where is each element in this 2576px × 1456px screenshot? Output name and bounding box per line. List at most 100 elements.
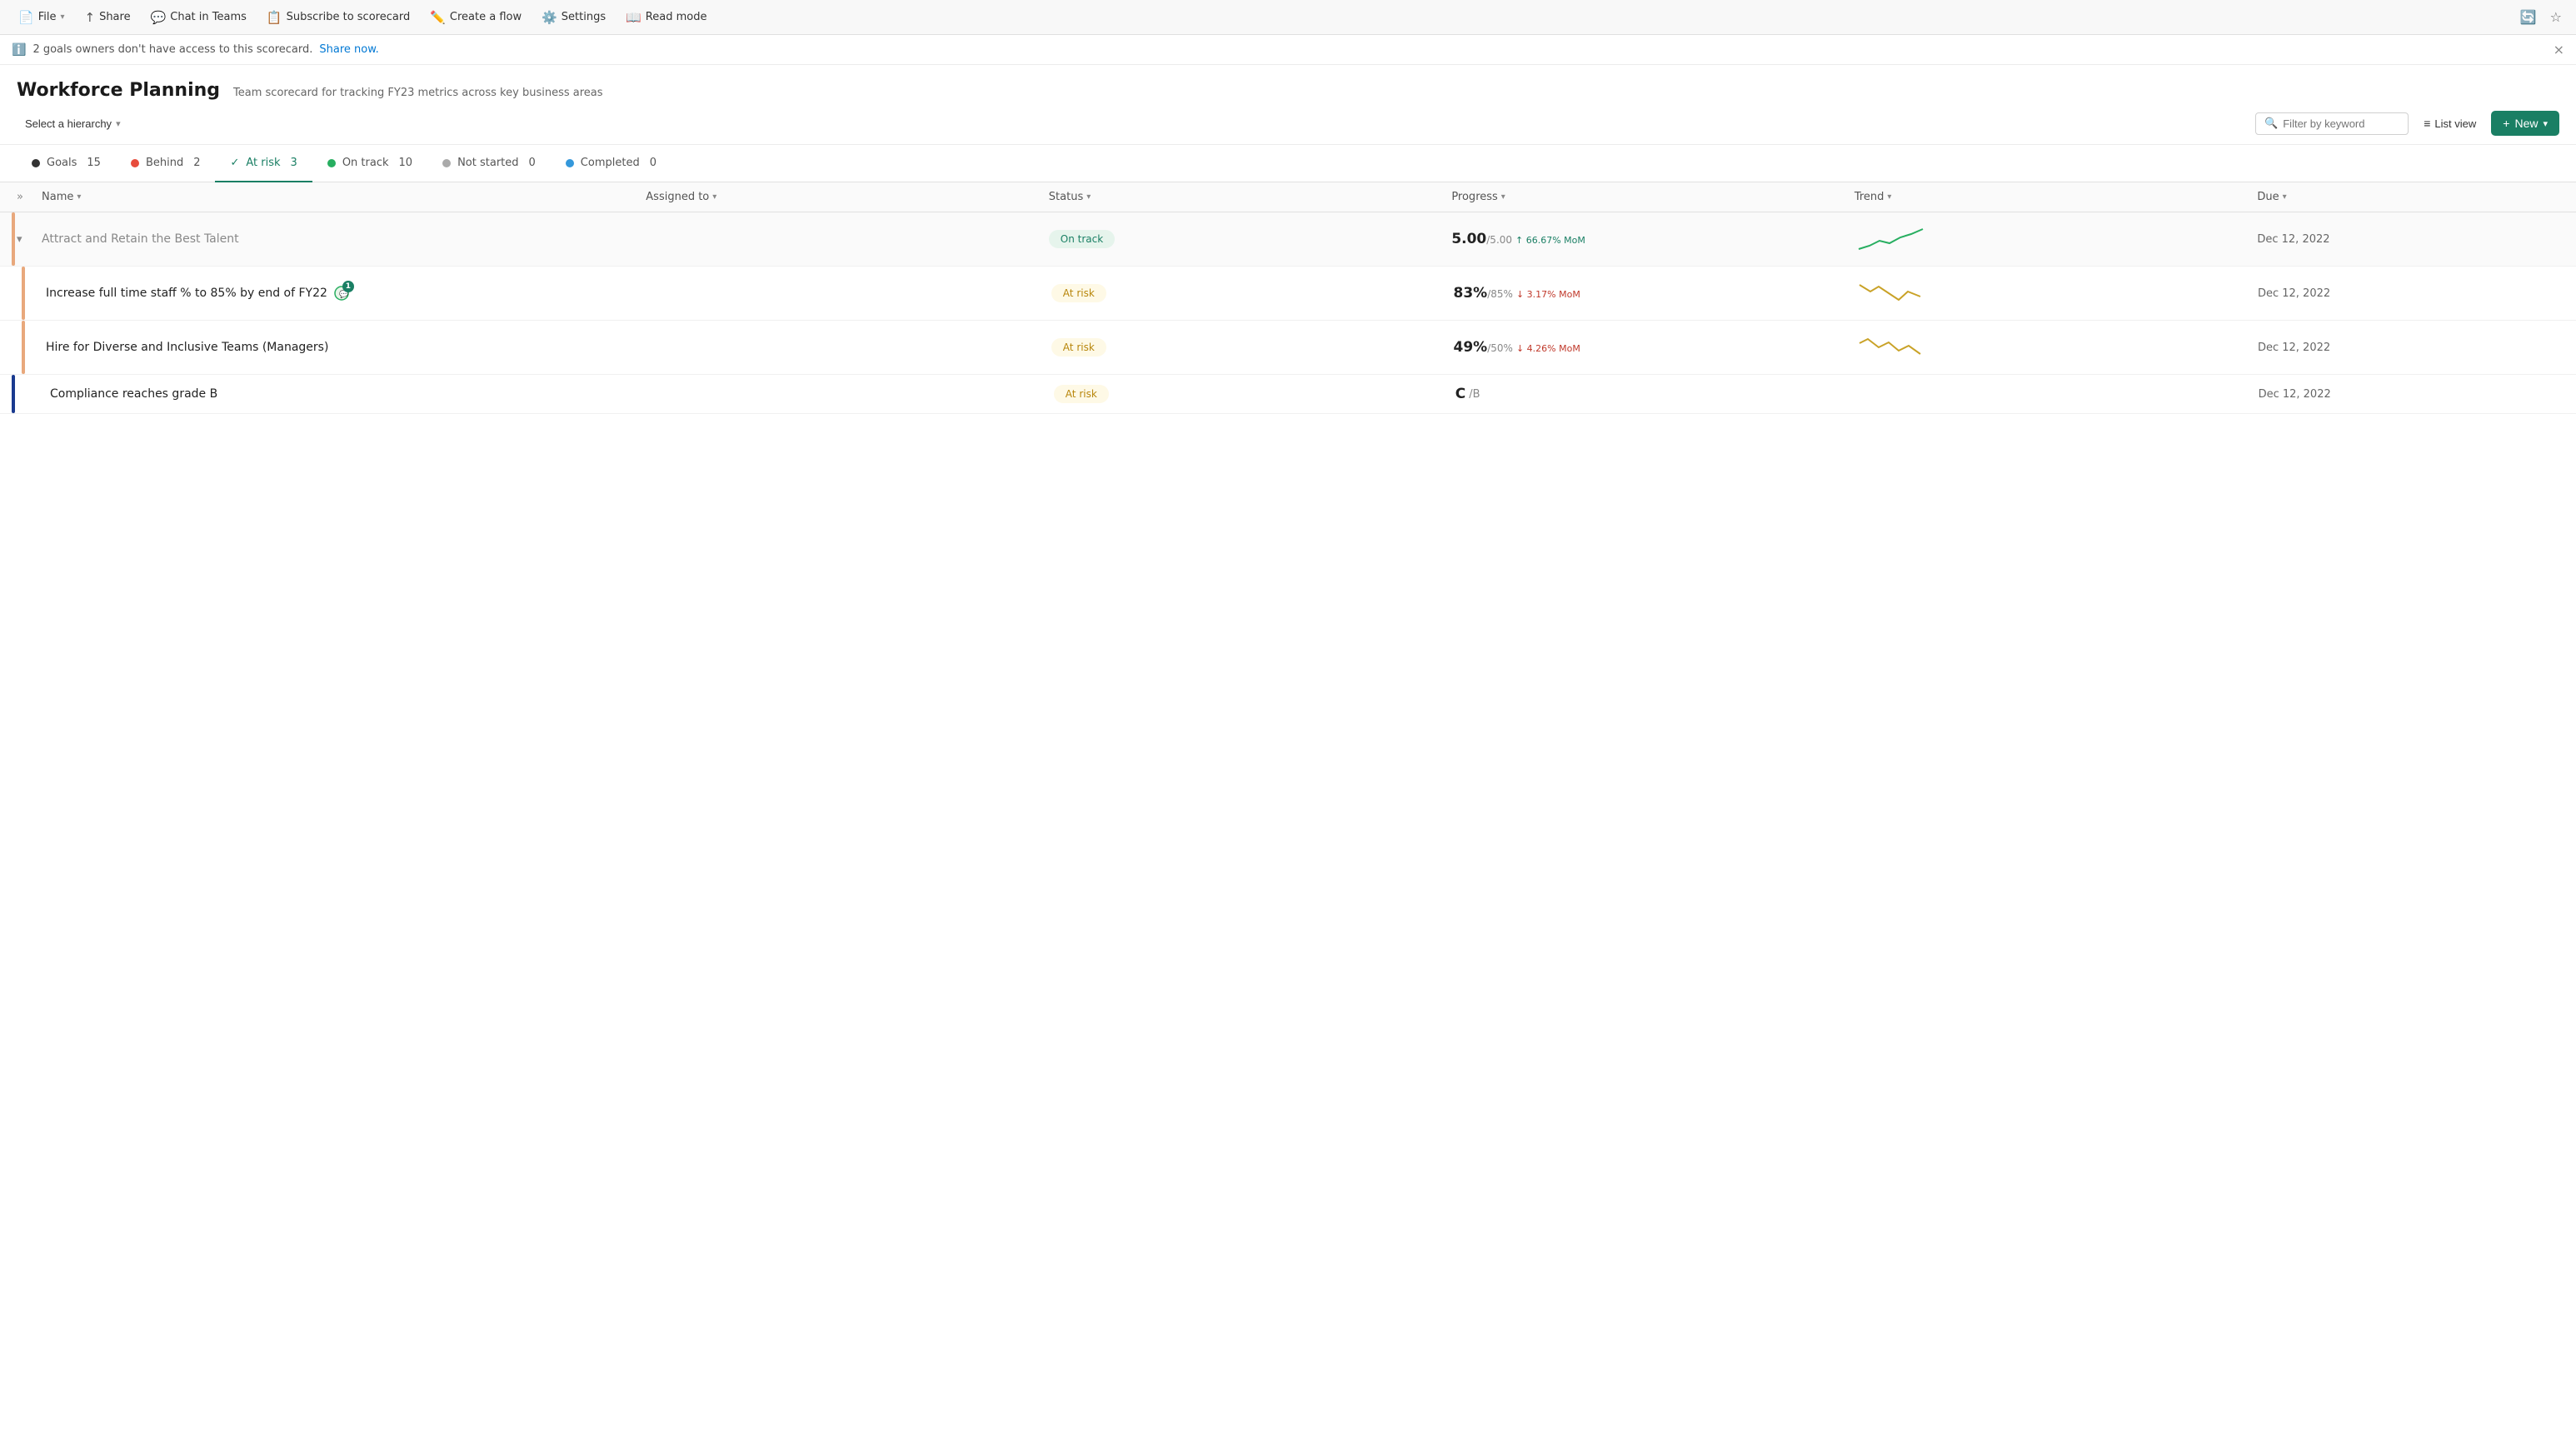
chat-in-teams-button[interactable]: 💬 Chat in Teams [142,6,255,29]
on-track-count: 10 [399,157,413,169]
progress-sort-icon: ▾ [1501,192,1505,202]
header: Workforce Planning Team scorecard for tr… [0,65,2576,145]
goal-name: Attract and Retain the Best Talent [42,232,239,246]
settings-button[interactable]: ⚙️ Settings [533,6,614,29]
col-status-header[interactable]: Status ▾ [1049,191,1452,203]
progress-value: 49% [1454,339,1488,356]
share-button[interactable]: ↑ Share [76,6,138,29]
goals-dot [32,159,40,167]
tab-not-started[interactable]: Not started 0 [427,145,551,182]
page-subtitle: Team scorecard for tracking FY23 metrics… [233,87,602,99]
subscribe-label: Subscribe to scorecard [287,11,411,23]
info-icon: ℹ️ [12,43,26,57]
tab-on-track[interactable]: On track 10 [312,145,427,182]
list-view-icon: ≡ [2424,117,2430,130]
refresh-icon[interactable]: 🔄 [2516,5,2541,29]
progress-target: /85% [1487,288,1513,300]
search-icon: 🔍 [2264,117,2278,130]
progress-value: 83% [1454,285,1488,302]
file-menu[interactable]: 📄 File ▾ [10,6,72,29]
subscribe-icon: 📋 [267,10,282,25]
behind-label: Behind [146,157,183,169]
hierarchy-label: Select a hierarchy [25,117,112,130]
tab-goals[interactable]: Goals 15 [17,145,116,182]
completed-label: Completed [581,157,640,169]
collapse-icon[interactable]: ▾ [17,233,22,246]
status-sort-icon: ▾ [1086,192,1091,202]
tab-behind[interactable]: Behind 2 [116,145,216,182]
trend-sort-icon: ▾ [1887,192,1891,202]
progress-mom: ↑ 66.67% MoM [1515,235,1585,246]
row-name: Compliance reaches grade B [50,387,652,401]
at-risk-label: At risk [246,157,280,169]
on-track-label: On track [342,157,389,169]
at-risk-count: 3 [291,157,297,169]
table-row[interactable]: ▾ Attract and Retain the Best Talent On … [0,212,2576,267]
not-started-count: 0 [529,157,536,169]
col-due-header[interactable]: Due ▾ [2257,191,2559,203]
table-row[interactable]: Compliance reaches grade B At risk C/B D… [0,375,2576,414]
col-name-header[interactable]: Name ▾ [42,191,646,203]
goals-count: 15 [87,157,101,169]
at-risk-checkmark: ✓ [230,157,239,169]
read-mode-button[interactable]: 📖 Read mode [617,6,715,29]
share-now-link[interactable]: Share now. [319,43,378,56]
status-badge: At risk [1051,284,1106,302]
not-started-label: Not started [457,157,518,169]
row-progress: 83%/85% ↓ 3.17% MoM [1454,285,1856,302]
trend-chart [1855,277,1930,310]
file-label: File [38,11,57,23]
expand-all-icon[interactable]: » [17,191,23,203]
row-progress: 5.00/5.00 ↑ 66.67% MoM [1451,231,1855,247]
table-row[interactable]: Increase full time staff % to 85% by end… [0,267,2576,321]
filter-wrap: 🔍 ≡ List view + New ▾ [2255,111,2559,136]
search-input[interactable] [2283,117,2399,130]
flow-label: Create a flow [450,11,522,23]
new-button[interactable]: + New ▾ [2491,111,2559,136]
progress-target: /5.00 [1486,234,1512,246]
col-trend-header[interactable]: Trend ▾ [1855,191,2258,203]
chat-count: 1 [342,281,354,292]
new-chevron-icon: ▾ [2543,118,2548,129]
read-mode-label: Read mode [646,11,707,23]
row-due: Dec 12, 2022 [2258,342,2559,354]
subscribe-button[interactable]: 📋 Subscribe to scorecard [258,6,418,29]
close-info-button[interactable]: × [2554,42,2564,57]
info-bar: ℹ️ 2 goals owners don't have access to t… [0,35,2576,65]
due-sort-icon: ▾ [2283,192,2287,202]
toolbar: 📄 File ▾ ↑ Share 💬 Chat in Teams 📋 Subsc… [0,0,2576,35]
teams-icon: 💬 [151,10,167,25]
on-track-dot [327,159,336,167]
read-mode-icon: 📖 [626,10,642,25]
goals-label: Goals [47,157,77,169]
status-badge: At risk [1054,385,1109,403]
file-chevron: ▾ [60,12,64,22]
chat-bubble-icon[interactable]: 💬 1 [334,286,349,301]
progress-mom: ↓ 4.26% MoM [1516,343,1580,354]
col-progress-header[interactable]: Progress ▾ [1451,191,1855,203]
expand-col: » [17,191,42,203]
col-assigned-header[interactable]: Assigned to ▾ [646,191,1049,203]
tab-at-risk[interactable]: ✓ At risk 3 [215,145,312,182]
behind-count: 2 [193,157,200,169]
row-status: At risk [1051,284,1454,302]
hierarchy-select[interactable]: Select a hierarchy ▾ [17,113,129,134]
progress-target: /50% [1487,342,1513,354]
trend-chart [1855,222,1930,256]
star-icon[interactable]: ☆ [2546,5,2566,29]
table-body: ▾ Attract and Retain the Best Talent On … [0,212,2576,414]
table-row[interactable]: Hire for Diverse and Inclusive Teams (Ma… [0,321,2576,375]
status-badge: On track [1049,230,1115,248]
goal-name: Increase full time staff % to 85% by end… [46,287,327,300]
progress-col-label: Progress [1451,191,1497,203]
tab-completed[interactable]: Completed 0 [551,145,671,182]
list-view-button[interactable]: ≡ List view [2414,112,2486,135]
gear-icon: ⚙️ [542,10,557,25]
create-flow-button[interactable]: ✏️ Create a flow [422,6,530,29]
row-name: Attract and Retain the Best Talent [42,232,646,246]
row-name: Hire for Diverse and Inclusive Teams (Ma… [46,341,649,354]
row-due: Dec 12, 2022 [2258,287,2559,300]
status-col-label: Status [1049,191,1083,203]
due-col-label: Due [2257,191,2279,203]
row-trend [1855,331,2258,364]
